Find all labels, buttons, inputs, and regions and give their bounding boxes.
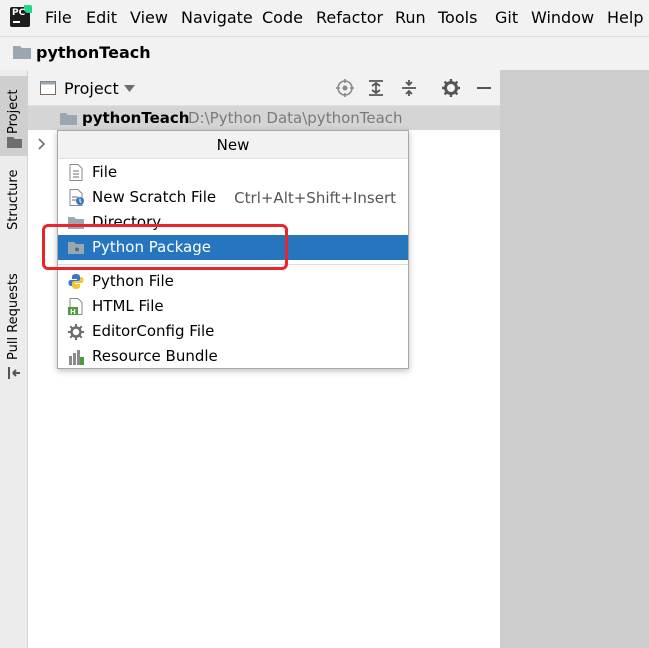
menu-git[interactable]: Git <box>495 8 518 28</box>
folder-icon <box>13 46 31 59</box>
tab-structure[interactable]: Structure <box>0 166 28 236</box>
menu-item-file[interactable]: File <box>58 160 408 185</box>
menu-view[interactable]: View <box>130 8 168 28</box>
folder-icon <box>60 113 77 125</box>
collapse-all-icon[interactable] <box>400 79 418 97</box>
menu-file[interactable]: File <box>45 8 72 28</box>
folder-icon <box>7 137 22 148</box>
tool-window-strip: Project Structure Pull Requests <box>0 70 28 648</box>
menu-item-label: File <box>92 163 118 181</box>
project-view-title[interactable]: Project <box>64 79 119 99</box>
tab-project-label: Project <box>6 89 21 134</box>
menu-item-resource-bundle[interactable]: Resource Bundle <box>58 344 408 369</box>
menu-help[interactable]: Help <box>607 8 643 28</box>
menu-item-label: New Scratch File <box>92 188 217 206</box>
minimize-icon[interactable] <box>475 79 493 97</box>
menu-bar: PC File Edit View Navigate Code Refactor… <box>0 0 649 36</box>
gear-icon[interactable] <box>442 79 460 97</box>
menu-tools[interactable]: Tools <box>438 8 477 28</box>
locate-icon[interactable] <box>336 79 354 97</box>
popup-title: New <box>58 131 408 159</box>
menu-item-editorconfig-file[interactable]: EditorConfig File <box>58 319 408 344</box>
tab-project[interactable]: Project <box>0 76 28 156</box>
gear-icon <box>68 324 84 340</box>
tab-structure-label: Structure <box>6 169 21 230</box>
tab-pull-requests[interactable]: Pull Requests <box>0 270 28 380</box>
tab-pull-requests-label: Pull Requests <box>6 273 21 360</box>
menu-code[interactable]: Code <box>262 8 303 28</box>
file-icon <box>69 164 83 181</box>
menu-item-label: Resource Bundle <box>92 347 218 365</box>
menu-run[interactable]: Run <box>395 8 426 28</box>
resource-bundle-icon <box>69 350 84 365</box>
menu-navigate[interactable]: Navigate <box>181 8 253 28</box>
expand-all-icon[interactable] <box>367 79 385 97</box>
pull-request-icon <box>8 367 20 379</box>
chevron-down-icon[interactable] <box>124 85 135 92</box>
menu-item-label: EditorConfig File <box>92 322 215 340</box>
scratch-file-icon <box>69 189 84 206</box>
root-folder-path: D:\Python Data\pythonTeach <box>188 109 403 127</box>
project-panel-header: Project <box>28 70 500 106</box>
menu-item-new-scratch-file[interactable]: New Scratch File Ctrl+Alt+Shift+Insert <box>58 185 408 210</box>
menu-edit[interactable]: Edit <box>86 8 117 28</box>
menu-window[interactable]: Window <box>531 8 594 28</box>
annotation-highlight-box <box>42 224 288 270</box>
menu-item-label: Python File <box>92 272 174 290</box>
root-folder-name: pythonTeach <box>82 109 190 127</box>
tree-root-row[interactable]: pythonTeach D:\Python Data\pythonTeach <box>28 106 500 130</box>
pycharm-logo-icon: PC <box>10 5 32 27</box>
menu-item-shortcut: Ctrl+Alt+Shift+Insert <box>234 189 396 207</box>
chevron-right-icon[interactable] <box>38 138 46 150</box>
menu-item-html-file[interactable]: H HTML File <box>58 294 408 319</box>
project-view-icon <box>40 81 56 95</box>
menu-item-python-file[interactable]: Python File <box>58 269 408 294</box>
navigation-bar: pythonTeach <box>0 36 649 70</box>
html-icon: H <box>68 298 83 315</box>
menu-item-label: HTML File <box>92 297 164 315</box>
breadcrumb-project[interactable]: pythonTeach <box>36 43 151 63</box>
svg-text:H: H <box>70 308 76 315</box>
python-icon <box>68 274 84 289</box>
editor-area <box>500 70 649 648</box>
menu-refactor[interactable]: Refactor <box>316 8 383 28</box>
